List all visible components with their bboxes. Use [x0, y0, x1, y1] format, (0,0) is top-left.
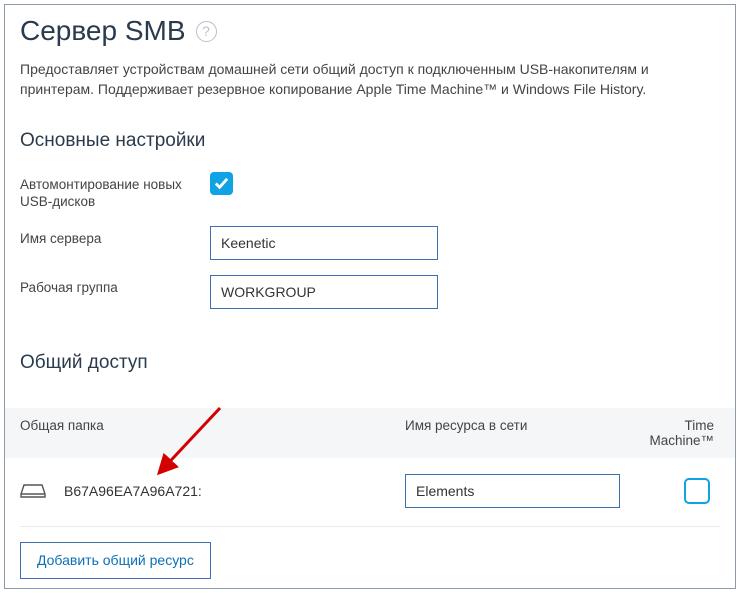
add-share-button[interactable]: Добавить общий ресурс [20, 542, 211, 579]
server-name-row: Имя сервера [20, 226, 720, 275]
page-title: Сервер SMB ? [20, 5, 720, 59]
page-description: Предоставляет устройствам домашней сети … [20, 59, 720, 130]
server-name-label: Имя сервера [20, 226, 210, 248]
col-header-folder: Общая папка [20, 418, 405, 448]
help-icon[interactable]: ? [196, 21, 217, 42]
col-header-resource: Имя ресурса в сети [405, 418, 630, 448]
page-title-text: Сервер SMB [20, 15, 186, 47]
share-timemachine-cell [630, 478, 720, 504]
share-resource-cell [405, 474, 630, 508]
share-folder-name: B67A96EA7A96A721: [64, 483, 202, 499]
workgroup-row: Рабочая группа [20, 275, 720, 324]
shares-table-header: Общая папка Имя ресурса в сети Time Mach… [5, 408, 735, 458]
shares-title: Общий доступ [20, 352, 720, 394]
table-row: B67A96EA7A96A721: [20, 458, 720, 527]
share-folder-cell: B67A96EA7A96A721: [20, 483, 405, 499]
workgroup-label: Рабочая группа [20, 275, 210, 297]
check-icon [213, 175, 230, 192]
col-header-timemachine: Time Machine™ [630, 418, 720, 448]
automount-row: Автомонтирование новых USB-дисков [20, 172, 720, 226]
timemachine-checkbox[interactable] [684, 478, 710, 504]
share-resource-input[interactable] [405, 474, 620, 508]
server-name-input[interactable] [210, 226, 438, 260]
basic-settings-title: Основные настройки [20, 130, 720, 172]
workgroup-input[interactable] [210, 275, 438, 309]
automount-checkbox[interactable] [210, 172, 233, 195]
automount-label: Автомонтирование новых USB-дисков [20, 172, 210, 211]
drive-icon [20, 483, 46, 499]
shares-section: Общий доступ Общая папка Имя ресурса в с… [20, 324, 720, 579]
basic-settings-section: Основные настройки Автомонтирование новы… [20, 130, 720, 324]
